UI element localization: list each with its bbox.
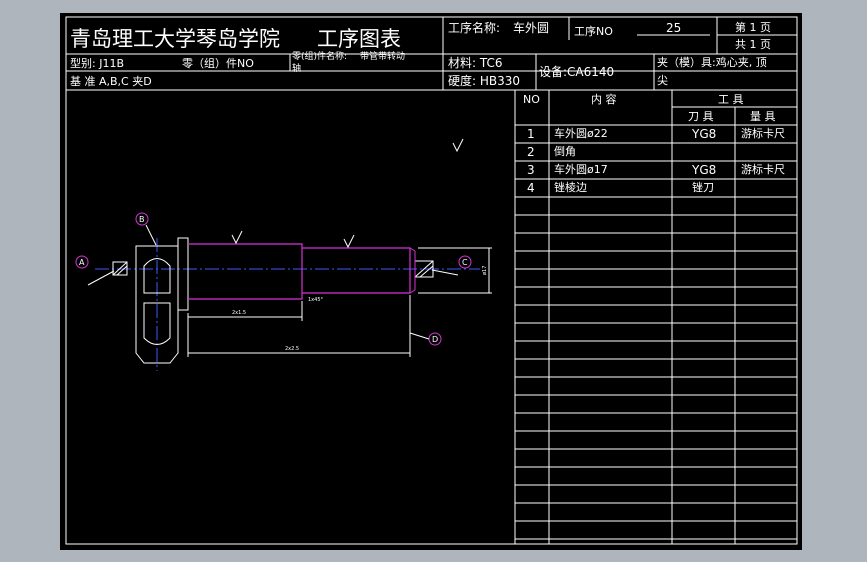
op-row-2: 2 倒角 bbox=[527, 145, 576, 159]
datum-label-d: D bbox=[432, 335, 438, 344]
op-row-cutter: YG8 bbox=[691, 163, 716, 177]
shaft-drawing: 2x1.5 2x2.5 1x45° ø17 A B C D bbox=[75, 138, 492, 371]
dim-len-2: 2x2.5 bbox=[285, 346, 299, 352]
col-cutter-header: 刀 具 bbox=[688, 110, 714, 123]
roughness-mark bbox=[343, 234, 355, 249]
op-row-4: 4 锉棱边 锉刀 bbox=[527, 180, 714, 195]
material-text: 材料: TC6 bbox=[448, 56, 503, 70]
process-no: 25 bbox=[666, 21, 681, 35]
op-row-content: 车外圆ø17 bbox=[554, 162, 608, 176]
op-row-cutter: YG8 bbox=[691, 127, 716, 141]
process-drawing: 青岛理工大学琴岛学院 工序图表 工序名称: 车外圆 工序NO 25 第 1 页 … bbox=[65, 16, 798, 545]
doc-title: 工序图表 bbox=[317, 27, 401, 51]
page-total: 共 1 页 bbox=[735, 38, 771, 51]
op-row-1: 1 车外圆ø22 YG8 游标卡尺 bbox=[527, 126, 785, 141]
datum-text: 基 准 A,B,C 夹D bbox=[70, 75, 152, 88]
school-name: 青岛理工大学琴岛学院 bbox=[70, 27, 280, 51]
op-row-no: 3 bbox=[527, 163, 535, 177]
page-number: 第 1 页 bbox=[735, 20, 771, 34]
fixture-line1: 夹（模）具:鸡心夹, 顶 bbox=[657, 55, 767, 69]
datum-label-c: C bbox=[462, 258, 468, 267]
dim-len-1: 2x1.5 bbox=[232, 310, 246, 316]
part-name-label: 零(组)件名称: bbox=[292, 50, 347, 62]
process-name-label: 工序名称: bbox=[448, 20, 500, 35]
drawing-sheet: 青岛理工大学琴岛学院 工序图表 工序名称: 车外圆 工序NO 25 第 1 页 … bbox=[60, 13, 802, 550]
model-text: 型别: J11B bbox=[70, 56, 124, 70]
col-content-header: 内 容 bbox=[591, 92, 617, 106]
process-no-label: 工序NO bbox=[574, 24, 613, 38]
op-row-no: 4 bbox=[527, 181, 535, 195]
op-row-gauge: 游标卡尺 bbox=[741, 126, 785, 140]
col-no-header: NO bbox=[523, 93, 540, 106]
shaft-section-17 bbox=[302, 247, 411, 294]
part-no-label: 零（组）件NO bbox=[182, 56, 254, 70]
process-name: 车外圆 bbox=[513, 20, 549, 35]
sheet-border bbox=[65, 16, 798, 545]
col-tools-header: 工 具 bbox=[718, 93, 744, 106]
operation-table-grid bbox=[514, 90, 797, 544]
shaft-collar bbox=[177, 237, 189, 311]
roughness-mark bbox=[452, 138, 464, 153]
datum-label-b: B bbox=[139, 215, 145, 224]
hardness-text: 硬度: HB330 bbox=[448, 73, 520, 88]
op-row-gauge: 游标卡尺 bbox=[741, 162, 785, 176]
op-row-no: 1 bbox=[527, 127, 535, 141]
roughness-mark bbox=[231, 230, 243, 245]
op-row-content: 锉棱边 bbox=[554, 180, 587, 194]
datum-label-a: A bbox=[79, 258, 85, 267]
dim-chamfer: 1x45° bbox=[308, 297, 324, 303]
equipment-text: 设备:CA6140 bbox=[539, 65, 614, 79]
op-row-no: 2 bbox=[527, 145, 535, 159]
op-row-content: 倒角 bbox=[554, 145, 576, 158]
op-row-3: 3 车外圆ø17 YG8 游标卡尺 bbox=[527, 162, 785, 177]
part-name-line2: 轴 bbox=[292, 62, 301, 74]
fixture-line2: 尖 bbox=[657, 74, 668, 87]
dim-dia: ø17 bbox=[482, 266, 488, 275]
part-name-line1: 带管带转动 bbox=[360, 50, 405, 62]
shaft-section-22 bbox=[188, 243, 303, 300]
col-gauge-header: 量 具 bbox=[750, 110, 776, 123]
op-row-content: 车外圆ø22 bbox=[554, 126, 608, 140]
op-row-cutter: 锉刀 bbox=[692, 180, 714, 194]
